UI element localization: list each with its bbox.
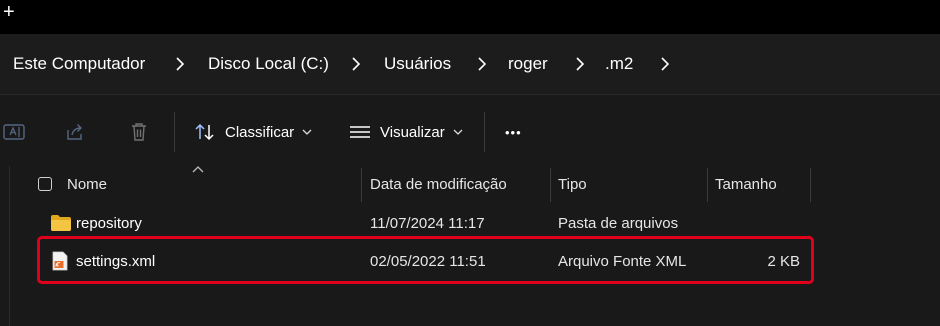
table-row[interactable]: repository 11/07/2024 11:17 Pasta de arq… <box>40 208 815 238</box>
view-button[interactable]: Visualizar <box>349 112 463 152</box>
breadcrumb: Este Computador Disco Local (C:) Usuário… <box>0 34 940 95</box>
new-tab-button[interactable]: + <box>3 2 15 22</box>
chevron-down-icon <box>302 129 312 135</box>
rename-icon <box>3 124 25 140</box>
breadcrumb-item-usuarios[interactable]: Usuários <box>384 34 451 94</box>
column-divider[interactable] <box>707 168 708 202</box>
sort-label: Classificar <box>225 123 295 141</box>
chevron-right-icon[interactable] <box>661 57 669 71</box>
share-icon <box>67 124 82 140</box>
breadcrumb-item-disco-local[interactable]: Disco Local (C:) <box>208 34 329 94</box>
chevron-right-icon[interactable] <box>352 57 360 71</box>
column-header-modified[interactable]: Data de modificação <box>370 168 507 202</box>
share-button[interactable] <box>64 112 86 152</box>
view-icon <box>350 126 370 138</box>
column-divider[interactable] <box>361 168 362 202</box>
more-options-button[interactable]: ••• <box>505 112 522 152</box>
trash-icon <box>132 123 146 141</box>
chevron-right-icon[interactable] <box>478 57 486 71</box>
breadcrumb-item-m2[interactable]: .m2 <box>605 34 633 94</box>
sort-button[interactable]: Classificar <box>194 112 312 152</box>
column-header-name[interactable]: Nome <box>67 168 107 202</box>
column-divider[interactable] <box>550 168 551 202</box>
chevron-right-icon[interactable] <box>576 57 584 71</box>
view-label: Visualizar <box>380 123 445 141</box>
file-modified: 11/07/2024 11:17 <box>370 215 485 232</box>
sort-ascending-icon <box>192 166 204 173</box>
file-name: repository <box>76 215 142 232</box>
navigation-pane-edge <box>0 166 10 326</box>
file-type: Pasta de arquivos <box>558 215 679 232</box>
toolbar-separator <box>174 112 175 152</box>
column-divider[interactable] <box>810 168 811 202</box>
column-header-type[interactable]: Tipo <box>558 168 587 202</box>
delete-button[interactable] <box>128 112 150 152</box>
select-all-checkbox[interactable] <box>38 177 52 191</box>
tab-strip <box>0 0 940 34</box>
sort-icon <box>195 123 214 141</box>
chevron-right-icon[interactable] <box>176 57 184 71</box>
column-header-size[interactable]: Tamanho <box>715 168 777 202</box>
toolbar-separator <box>484 112 485 152</box>
breadcrumb-item-este-computador[interactable]: Este Computador <box>13 34 145 94</box>
highlight-box <box>37 236 814 284</box>
folder-icon <box>51 215 71 231</box>
breadcrumb-item-roger[interactable]: roger <box>508 34 548 94</box>
chevron-down-icon <box>453 129 463 135</box>
rename-button[interactable] <box>2 112 26 152</box>
